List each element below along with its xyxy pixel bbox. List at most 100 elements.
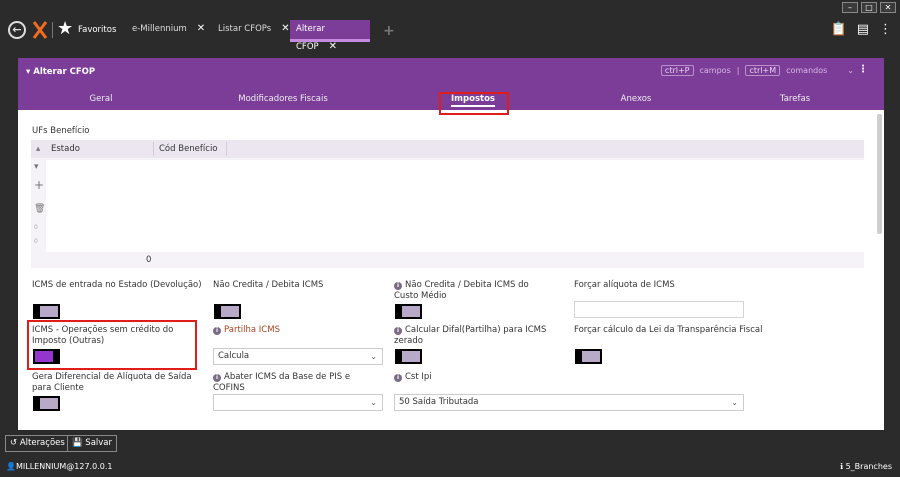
tab-listar-cfops[interactable]: Listar CFOPs ✕ xyxy=(212,20,296,42)
calcular-difal-text: Calcular Difal(Partilha) para ICMS zerad… xyxy=(394,325,547,346)
salvar-label: Salvar xyxy=(85,438,112,448)
status-user: 👤MILLENNIUM@127.0.0.1 xyxy=(6,462,112,471)
history-icon: ↺ xyxy=(10,438,18,448)
shortcut-commands-label: comandos xyxy=(786,66,828,75)
forcar-calculo-lei-toggle[interactable] xyxy=(575,349,602,364)
star-icon[interactable]: ★ xyxy=(57,18,73,39)
toggle-knob xyxy=(402,351,420,362)
separator xyxy=(52,22,53,38)
close-icon[interactable]: ✕ xyxy=(197,23,205,34)
close-icon[interactable]: ✕ xyxy=(281,23,289,34)
clipboard-icon[interactable]: 📋 xyxy=(831,22,847,37)
chevron-down-icon: ⌄ xyxy=(370,398,377,407)
column-estado[interactable]: Estado xyxy=(51,144,80,154)
forcar-aliquota-label: Forçar alíquota de ICMS xyxy=(574,280,675,290)
partilha-icms-text: Partilha ICMS xyxy=(224,325,280,335)
icms-entrada-toggle[interactable] xyxy=(33,304,60,319)
tab-tarefas[interactable]: Tarefas xyxy=(780,94,810,104)
abater-icms-select[interactable]: ⌄ xyxy=(213,394,383,411)
abater-icms-label: i Abater ICMS da Base de PIS e COFINS xyxy=(213,372,383,394)
ufs-grid: ▴ Estado Cód Benefício ▾ + 🗑 0 0 0 xyxy=(31,140,864,268)
forcar-calculo-lei-label: Forçar cálculo da Lei da Transparência F… xyxy=(574,325,763,335)
chevron-down-icon[interactable]: ⌄ xyxy=(847,66,854,75)
partilha-icms-value: Calcula xyxy=(218,351,250,361)
main-panel: ▾ Alterar CFOP ctrl+P campos | ctrl+M co… xyxy=(18,58,884,430)
toggle-knob xyxy=(40,306,58,317)
minimize-button[interactable]: – xyxy=(842,2,858,13)
chat-icon[interactable]: ▤ xyxy=(857,22,869,37)
tab-anexos[interactable]: Anexos xyxy=(621,94,652,104)
dropdown-arrow-icon[interactable]: ▾ xyxy=(34,162,39,172)
info-small-icon: ℹ xyxy=(840,462,844,471)
shortcut-fields-label: campos xyxy=(699,66,731,75)
alteracoes-button[interactable]: ↺ Alterações xyxy=(5,435,70,452)
panel-title[interactable]: ▾ Alterar CFOP xyxy=(26,67,95,77)
favorites-label[interactable]: Favoritos xyxy=(78,25,116,35)
tab-e-millennium[interactable]: e-Millennium ✕ xyxy=(126,20,211,42)
nao-credita-toggle[interactable] xyxy=(214,304,241,319)
icms-entrada-label: ICMS de entrada no Estado (Devolução) xyxy=(32,280,202,290)
save-icon: 💾 xyxy=(72,438,83,448)
back-icon[interactable]: ← xyxy=(8,21,26,39)
column-cod-beneficio[interactable]: Cód Benefício xyxy=(159,144,218,154)
info-icon[interactable]: i xyxy=(394,282,402,290)
trash-icon[interactable]: 🗑 xyxy=(34,204,45,214)
abater-icms-text: Abater ICMS da Base de PIS e COFINS xyxy=(213,372,351,393)
shortcut-commands-key: ctrl+M xyxy=(745,65,781,76)
sort-up-icon[interactable]: ▴ xyxy=(36,144,40,154)
tab-label: e-Millennium xyxy=(132,24,187,34)
millennium-logo-icon xyxy=(32,21,48,39)
info-icon[interactable]: i xyxy=(213,327,221,335)
tab-modificadores-fiscais[interactable]: Modificadores Fiscais xyxy=(238,94,328,104)
info-icon[interactable]: i xyxy=(394,374,402,382)
column-divider xyxy=(153,142,154,156)
nao-credita-label: Não Credita / Debita ICMS xyxy=(213,280,324,290)
info-icon[interactable]: i xyxy=(394,327,402,335)
chevron-down-icon: ⌄ xyxy=(370,352,377,361)
top-bar: ← ★ Favoritos e-Millennium ✕ Listar CFOPs… xyxy=(0,16,900,52)
add-tab-icon[interactable]: + xyxy=(383,23,395,39)
partilha-icms-label: i Partilha ICMS xyxy=(213,325,280,336)
close-window-button[interactable]: ✕ xyxy=(880,2,896,13)
grid-body[interactable] xyxy=(46,160,864,252)
user-text: MILLENNIUM@127.0.0.1 xyxy=(15,462,113,471)
partilha-icms-select[interactable]: Calcula ⌄ xyxy=(213,348,383,365)
cst-ipi-text: Cst Ipi xyxy=(405,372,432,382)
grid-small-counter: 0 xyxy=(34,238,38,245)
tab-geral[interactable]: Geral xyxy=(90,94,113,104)
forcar-aliquota-input[interactable] xyxy=(574,301,744,318)
toolbar-right: 📋 ▤ ⋮ xyxy=(831,22,892,37)
close-icon[interactable]: ✕ xyxy=(329,41,337,52)
more-vertical-icon[interactable]: ⋮ xyxy=(858,64,868,75)
panel-title-text: Alterar CFOP xyxy=(33,67,96,77)
shortcuts-hint: ctrl+P campos | ctrl+M comandos ⌄ xyxy=(660,65,854,76)
vertical-scrollbar[interactable] xyxy=(877,114,882,234)
cst-ipi-value: 50 Saída Tributada xyxy=(399,397,479,407)
nao-credita-custo-toggle[interactable] xyxy=(395,304,422,319)
grid-row-count: 0 xyxy=(146,255,152,265)
shortcut-fields-key: ctrl+P xyxy=(660,65,694,76)
salvar-button[interactable]: 💾 Salvar xyxy=(67,435,117,452)
cst-ipi-select[interactable]: 50 Saída Tributada ⌄ xyxy=(394,394,744,411)
gera-diferencial-toggle[interactable] xyxy=(33,396,60,411)
tab-label: Alterar CFOP xyxy=(296,24,325,52)
more-vertical-icon[interactable]: ⋮ xyxy=(879,22,892,37)
highlight-icms-operacoes xyxy=(27,320,197,370)
grid-small-counter: 0 xyxy=(34,224,38,231)
status-branch: ℹ 5_Branches xyxy=(840,462,892,471)
shortcut-separator: | xyxy=(736,66,740,75)
grid-header: ▴ Estado Cód Benefício xyxy=(31,140,864,158)
alteracoes-label: Alterações xyxy=(19,438,65,448)
cst-ipi-label: i Cst Ipi xyxy=(394,372,432,383)
nao-credita-custo-text: Não Credita / Debita ICMS do Custo Médio xyxy=(394,280,529,301)
tab-alterar-cfop[interactable]: Alterar CFOP ✕ xyxy=(290,20,370,52)
add-row-icon[interactable]: + xyxy=(34,178,44,192)
toggle-knob xyxy=(40,398,58,409)
toggle-knob xyxy=(221,306,239,317)
calcular-difal-toggle[interactable] xyxy=(395,349,422,364)
info-icon[interactable]: i xyxy=(213,374,221,382)
gera-diferencial-label: Gera Diferencial de Alíquota de Saída pa… xyxy=(32,372,192,393)
ufs-section-label: UFs Benefício xyxy=(32,126,90,136)
toggle-knob xyxy=(582,351,600,362)
maximize-button[interactable]: □ xyxy=(861,2,877,13)
